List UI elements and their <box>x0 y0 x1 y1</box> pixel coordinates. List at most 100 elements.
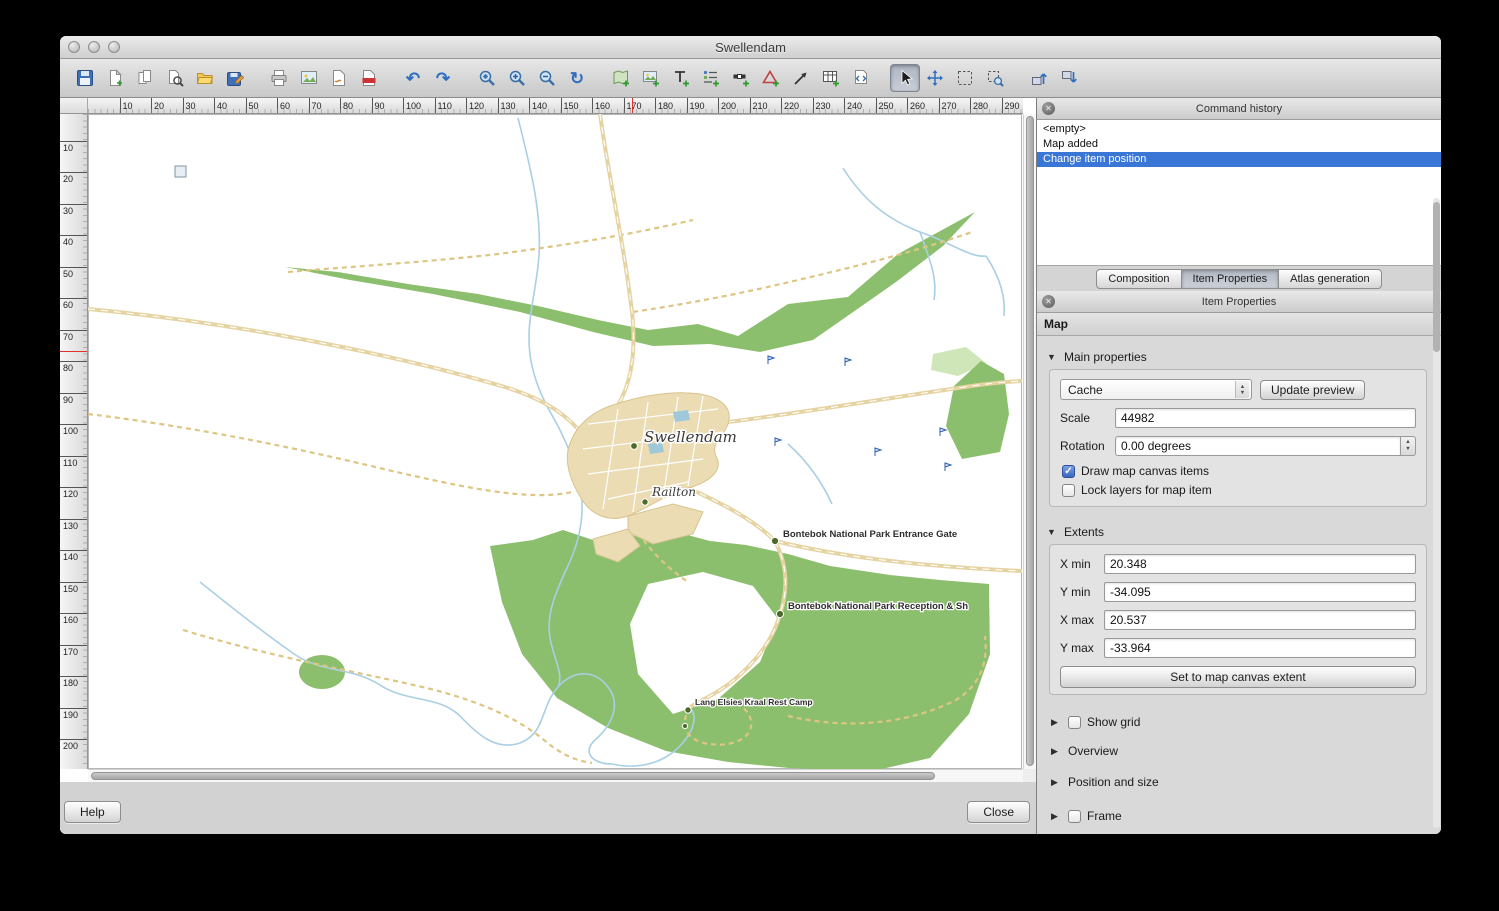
export-svg-icon[interactable] <box>324 64 354 92</box>
scale-input[interactable]: 44982 <box>1115 408 1416 428</box>
vertical-scroll-thumb[interactable] <box>1026 116 1034 766</box>
update-preview-button[interactable]: Update preview <box>1260 380 1365 400</box>
panel-scrollbar[interactable] <box>1433 198 1440 828</box>
frame-checkbox[interactable]: ✓ <box>1068 810 1081 823</box>
add-legend-icon[interactable] <box>696 64 726 92</box>
composition-manager-icon[interactable] <box>160 64 190 92</box>
lock-layers-checkbox[interactable]: ✓ <box>1062 484 1075 497</box>
select-marquee-icon[interactable] <box>950 64 980 92</box>
ymin-input[interactable]: -34.095 <box>1104 582 1416 602</box>
save-project-icon[interactable] <box>70 64 100 92</box>
add-table-icon[interactable] <box>816 64 846 92</box>
select-move-item-icon[interactable] <box>890 64 920 92</box>
set-to-map-canvas-extent-button[interactable]: Set to map canvas extent <box>1060 666 1416 688</box>
right-panel: ✕ Command history <empty> Map added Chan… <box>1037 98 1441 834</box>
add-html-icon[interactable] <box>846 64 876 92</box>
add-arrow-icon[interactable] <box>786 64 816 92</box>
print-icon[interactable] <box>264 64 294 92</box>
add-image-icon[interactable] <box>636 64 666 92</box>
suburb-label: Railton <box>651 485 696 499</box>
undo-icon[interactable]: ↶ <box>398 64 428 92</box>
export-image-icon[interactable] <box>294 64 324 92</box>
chevron-right-icon[interactable]: ▶ <box>1051 811 1062 822</box>
zoom-to-item-icon[interactable] <box>980 64 1010 92</box>
zoom-window-button[interactable] <box>108 41 120 53</box>
close-button[interactable]: Close <box>967 801 1030 823</box>
selection-handle[interactable] <box>175 166 186 177</box>
redo-icon[interactable]: ↷ <box>428 64 458 92</box>
main-properties-section[interactable]: ▼ Main properties <box>1047 348 1429 366</box>
extents-section[interactable]: ▼ Extents <box>1047 523 1429 541</box>
rotation-label: Rotation <box>1060 439 1115 453</box>
traffic-lights <box>68 41 120 53</box>
canvas-vertical-scrollbar[interactable] <box>1023 114 1036 769</box>
frame-section[interactable]: ▶ ✓ Frame <box>1051 809 1429 823</box>
history-item[interactable]: <empty> <box>1037 122 1441 137</box>
duplicate-composition-icon[interactable] <box>130 64 160 92</box>
tab-item-properties[interactable]: Item Properties <box>1182 269 1280 289</box>
tab-composition[interactable]: Composition <box>1096 269 1181 289</box>
panel-scroll-thumb[interactable] <box>1433 202 1440 352</box>
lock-layers-label: Lock layers for map item <box>1081 483 1212 497</box>
xmax-input[interactable]: 20.537 <box>1104 610 1416 630</box>
show-grid-label: Show grid <box>1087 715 1140 729</box>
rotation-stepper[interactable]: ▲ ▼ <box>1401 436 1416 456</box>
help-button[interactable]: Help <box>64 801 121 823</box>
cursor-position-marker-x <box>632 98 633 114</box>
position-and-size-label: Position and size <box>1068 775 1159 789</box>
chevron-down-icon[interactable]: ▼ <box>1047 527 1058 537</box>
main-properties-label: Main properties <box>1064 350 1147 364</box>
poi-reception-label: Bontebok National Park Reception & Sh <box>788 601 968 612</box>
composer-area: 1020304050607080901001101201301401501601… <box>60 98 1036 782</box>
item-properties-header: ✕ Item Properties <box>1037 291 1441 313</box>
chevron-right-icon[interactable]: ▶ <box>1051 746 1062 757</box>
cache-mode-select[interactable]: Cache ▲ ▼ <box>1060 379 1252 400</box>
close-panel-icon[interactable]: ✕ <box>1042 102 1055 115</box>
item-type-label: Map <box>1037 313 1441 336</box>
xmin-input[interactable]: 20.348 <box>1104 554 1416 574</box>
overview-label: Overview <box>1068 744 1118 758</box>
add-scalebar-icon[interactable] <box>726 64 756 92</box>
save-as-icon[interactable] <box>220 64 250 92</box>
overview-section[interactable]: ▶ Overview <box>1051 744 1429 758</box>
minimize-window-button[interactable] <box>88 41 100 53</box>
top-ruler: 1020304050607080901001101201301401501601… <box>60 98 1023 114</box>
ymax-input[interactable]: -33.964 <box>1104 638 1416 658</box>
canvas-horizontal-scrollbar[interactable] <box>88 769 1023 782</box>
history-item[interactable]: Map added <box>1037 137 1441 152</box>
item-properties-title: Item Properties <box>1202 296 1277 308</box>
add-shape-icon[interactable] <box>756 64 786 92</box>
cursor-position-marker-y <box>60 351 88 352</box>
position-and-size-section[interactable]: ▶ Position and size <box>1051 775 1429 789</box>
command-history-list: <empty> Map added Change item position <box>1037 120 1441 266</box>
rotation-input[interactable]: 0.00 degrees <box>1115 436 1401 456</box>
draw-map-canvas-items-checkbox[interactable]: ✓ <box>1062 465 1075 478</box>
show-grid-section[interactable]: ▶ ✓ Show grid <box>1051 715 1429 729</box>
map-canvas[interactable]: Swellendam Railton Bontebok National Par… <box>88 114 1022 769</box>
new-composition-icon[interactable] <box>100 64 130 92</box>
move-item-content-icon[interactable] <box>920 64 950 92</box>
horizontal-scroll-thumb[interactable] <box>91 772 935 780</box>
close-panel-icon[interactable]: ✕ <box>1042 295 1055 308</box>
chevron-right-icon[interactable]: ▶ <box>1051 717 1062 728</box>
add-map-icon[interactable] <box>606 64 636 92</box>
titlebar[interactable]: Swellendam <box>60 36 1441 59</box>
scale-label: Scale <box>1060 411 1115 425</box>
zoom-full-icon[interactable] <box>472 64 502 92</box>
export-pdf-icon[interactable] <box>354 64 384 92</box>
raise-items-icon[interactable] <box>1024 64 1054 92</box>
close-window-button[interactable] <box>68 41 80 53</box>
open-folder-icon[interactable] <box>190 64 220 92</box>
desktop: Swellendam ↶ ↷ ↻ <box>0 0 1499 911</box>
add-label-icon[interactable] <box>666 64 696 92</box>
zoom-out-icon[interactable] <box>532 64 562 92</box>
extents-label: Extents <box>1064 525 1104 539</box>
zoom-in-icon[interactable] <box>502 64 532 92</box>
history-item-selected[interactable]: Change item position <box>1037 152 1441 167</box>
chevron-down-icon[interactable]: ▼ <box>1047 352 1058 362</box>
chevron-right-icon[interactable]: ▶ <box>1051 777 1062 788</box>
lower-items-icon[interactable] <box>1054 64 1084 92</box>
show-grid-checkbox[interactable]: ✓ <box>1068 716 1081 729</box>
refresh-icon[interactable]: ↻ <box>562 64 592 92</box>
tab-atlas-generation[interactable]: Atlas generation <box>1279 269 1382 289</box>
